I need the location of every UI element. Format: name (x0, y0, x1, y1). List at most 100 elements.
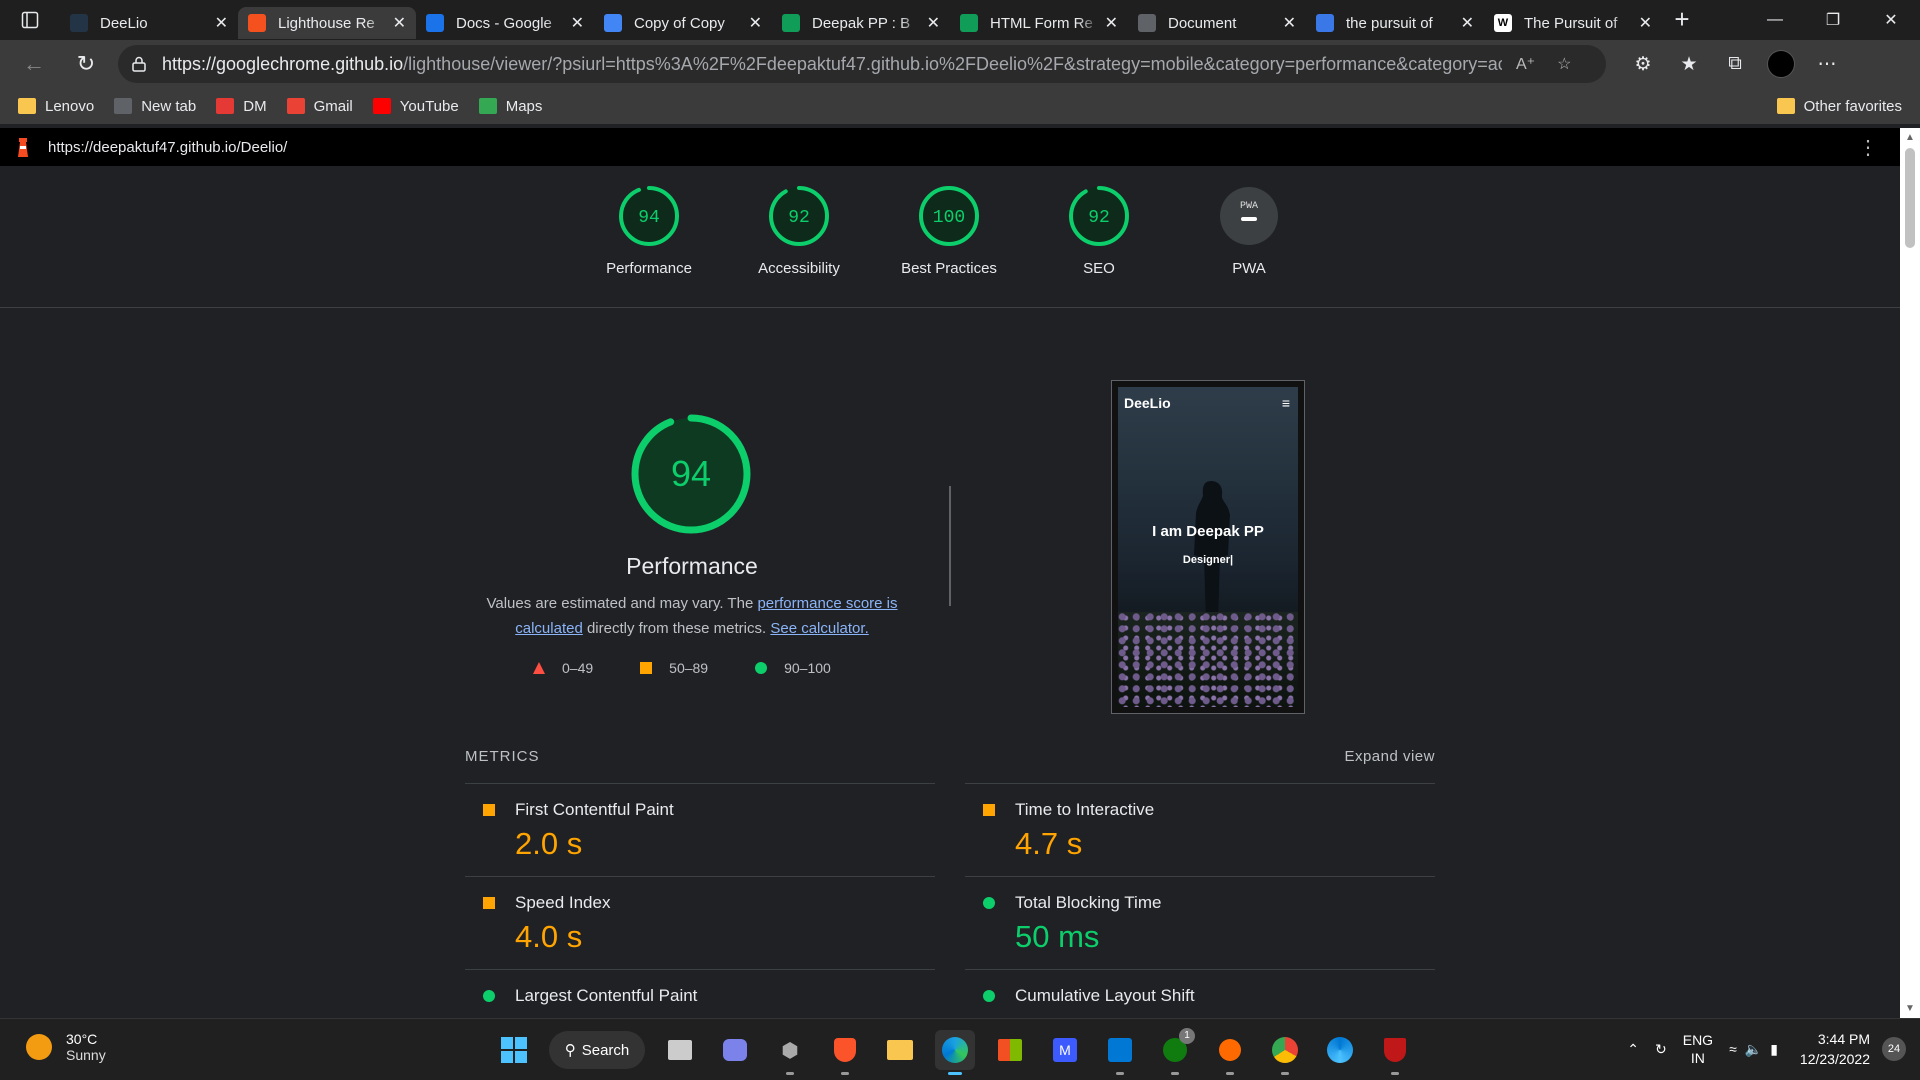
restore-button[interactable]: ❐ (1804, 0, 1862, 40)
clock[interactable]: 3:44 PM 12/23/2022 (1800, 1029, 1870, 1069)
youtube-icon (372, 98, 391, 114)
app-orange-button[interactable] (1210, 1030, 1250, 1075)
close-window-button[interactable]: ✕ (1862, 0, 1920, 40)
favorite-new-tab[interactable]: New tab (114, 98, 196, 115)
favorite-maps[interactable]: Maps (478, 98, 542, 115)
scroll-thumb[interactable] (1905, 148, 1915, 248)
expand-view-button[interactable]: Expand view (1344, 748, 1435, 765)
pwa-dash (1241, 217, 1257, 221)
favorites-icon[interactable]: ★ (1666, 44, 1712, 84)
teams-chat-button[interactable] (715, 1030, 755, 1070)
orange-app-icon (1219, 1039, 1241, 1061)
close-tab-icon[interactable]: ✕ (393, 13, 406, 33)
scroll-up-arrow[interactable]: ▲ (1900, 132, 1920, 143)
wifi-icon[interactable]: ≈ (1729, 1041, 1737, 1057)
favorite-lenovo[interactable]: Lenovo (18, 98, 94, 115)
extensions-icon[interactable]: ⚙ (1620, 44, 1666, 84)
edge-button[interactable] (935, 1030, 975, 1075)
browser-tab[interactable]: HTML Form Re ✕ (950, 7, 1128, 39)
favorite-youtube[interactable]: YouTube (372, 98, 459, 115)
close-tab-icon[interactable]: ✕ (1283, 13, 1296, 33)
volume-muted-icon[interactable]: 🔈 (1745, 1041, 1762, 1058)
browser-tab[interactable]: Deepak PP : B ✕ (772, 7, 950, 39)
collections-icon[interactable]: ⧉ (1712, 44, 1758, 84)
metric-name: Cumulative Layout Shift (1015, 986, 1195, 1005)
vscode-button[interactable] (1100, 1030, 1140, 1075)
brave-button[interactable] (825, 1030, 865, 1075)
close-tab-icon[interactable]: ✕ (1639, 13, 1652, 33)
metric-value: 4.0 s (515, 919, 583, 954)
close-tab-icon[interactable]: ✕ (1105, 13, 1118, 33)
mcafee-button[interactable] (1375, 1030, 1415, 1075)
gauge-seo[interactable]: 92 SEO (1029, 184, 1169, 277)
lighthouse-icon (248, 14, 266, 32)
app-cube-button[interactable]: ⬢ (770, 1030, 810, 1075)
metric-total-blocking-time: Total Blocking Time 50 ms (965, 876, 1435, 968)
browser-tab[interactable]: Copy of Copy ✕ (594, 7, 772, 39)
gauge-label: Best Practices (901, 260, 997, 277)
settings-more-icon[interactable]: ⋯ (1804, 44, 1850, 84)
legend-range: 50–89 (669, 660, 709, 676)
close-tab-icon[interactable]: ✕ (1461, 13, 1474, 33)
browser-tab[interactable]: Document ✕ (1128, 7, 1306, 39)
battery-icon[interactable]: ▮ (1770, 1041, 1778, 1058)
new-tab-button[interactable]: + (1662, 0, 1702, 40)
gauge-label: SEO (1083, 260, 1115, 277)
back-button[interactable]: ← (8, 44, 60, 84)
folder-icon (1776, 98, 1795, 114)
metric-name: Largest Contentful Paint (515, 986, 698, 1005)
xbox-button[interactable]: 1 (1155, 1028, 1195, 1075)
more-options-icon[interactable]: ⋮ (1858, 135, 1878, 160)
close-tab-icon[interactable]: ✕ (927, 13, 940, 33)
tray-overflow-icon[interactable]: ⌃ (1627, 1041, 1639, 1058)
gauge-best-practices[interactable]: 100 Best Practices (879, 184, 1019, 277)
close-tab-icon[interactable]: ✕ (571, 13, 584, 33)
report-url[interactable]: https://deepaktuf47.github.io/Deelio/ (48, 139, 287, 156)
close-tab-icon[interactable]: ✕ (215, 13, 228, 33)
pass-circle-icon (983, 990, 995, 1002)
favorite-gmail[interactable]: Gmail (286, 98, 353, 115)
address-bar[interactable]: https://googlechrome.github.io/lighthous… (118, 45, 1606, 83)
other-favorites[interactable]: Other favorites (1776, 98, 1902, 115)
folder-icon (887, 1040, 913, 1060)
final-screenshot[interactable]: DeeLio ≡ I am Deepak PP Designer| (1111, 380, 1305, 714)
sync-icon[interactable]: ↻ (1655, 1041, 1667, 1058)
url-text[interactable]: https://googlechrome.github.io/lighthous… (162, 54, 1502, 75)
task-view-button[interactable] (660, 1030, 700, 1070)
reload-button[interactable]: ↻ (60, 44, 112, 84)
close-tab-icon[interactable]: ✕ (749, 13, 762, 33)
notification-badge[interactable]: 24 (1882, 1037, 1906, 1061)
read-aloud-icon[interactable]: A⁺ (1516, 54, 1535, 74)
add-favorite-icon[interactable]: ☆ (1557, 54, 1571, 74)
gauge-label: Accessibility (758, 260, 840, 277)
gauge-performance[interactable]: 94 Performance (579, 184, 719, 277)
weather-widget[interactable]: 30°C Sunny (26, 1031, 106, 1063)
profile-avatar[interactable] (1758, 44, 1804, 84)
desc-text-1: Values are estimated and may vary. The (486, 595, 758, 612)
tab-actions-button[interactable] (0, 0, 60, 40)
app-blue-button[interactable]: M (1045, 1030, 1085, 1070)
browser-tab[interactable]: Lighthouse Re ✕ (238, 7, 416, 39)
scroll-down-arrow[interactable]: ▼ (1900, 1003, 1920, 1014)
browser-tab[interactable]: Docs - Google ✕ (416, 7, 594, 39)
sun-icon (26, 1034, 52, 1060)
folder-icon (18, 98, 36, 114)
browser-tab[interactable]: W The Pursuit of ✕ (1484, 7, 1662, 39)
see-calculator-link[interactable]: See calculator. (770, 620, 868, 637)
taskbar-search-button[interactable]: ⚲ Search (549, 1031, 645, 1069)
start-button[interactable] (494, 1030, 534, 1070)
chrome-button[interactable] (1265, 1030, 1305, 1075)
page-scrollbar[interactable]: ▲ ▼ (1900, 128, 1920, 1018)
gauge-accessibility[interactable]: 92 Accessibility (729, 184, 869, 277)
edge-dev-button[interactable] (1320, 1030, 1360, 1070)
store-button[interactable] (990, 1030, 1030, 1070)
store-icon (998, 1039, 1022, 1061)
browser-tab[interactable]: the pursuit of ✕ (1306, 7, 1484, 39)
tab-title: The Pursuit of (1524, 14, 1618, 32)
file-explorer-button[interactable] (880, 1030, 920, 1070)
favorite-dm[interactable]: DM (216, 98, 267, 115)
language-indicator[interactable]: ENG IN (1683, 1031, 1713, 1067)
minimize-button[interactable]: — (1746, 0, 1804, 40)
gauge-pwa[interactable]: PWA PWA (1179, 184, 1319, 277)
browser-tab[interactable]: DeeLio ✕ (60, 7, 238, 39)
